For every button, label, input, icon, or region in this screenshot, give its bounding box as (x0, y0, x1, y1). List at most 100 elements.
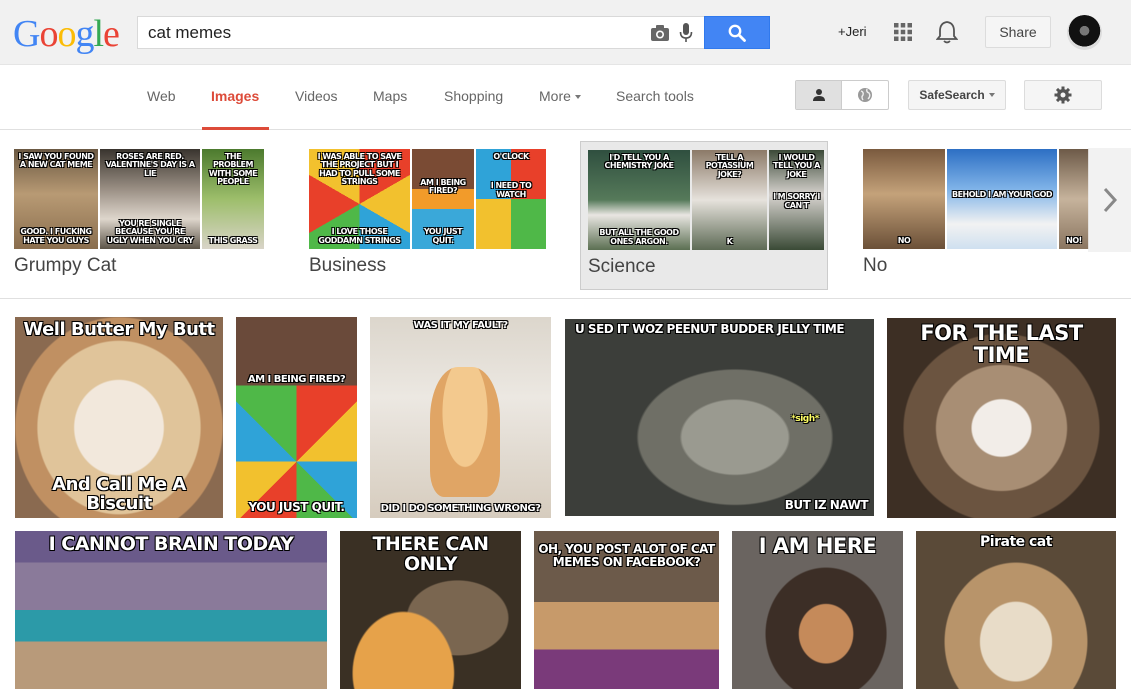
meme-caption: *sigh* (791, 414, 819, 424)
meme-caption: I NEED TO WATCH (490, 181, 532, 199)
meme-caption: I LOVE THOSE GODDAMN STRINGS (318, 227, 401, 245)
category-thumbnail: ROSES ARE RED. VALENTINE'S DAY IS A LIE … (100, 149, 200, 249)
meme-caption: O'CLOCK (493, 152, 529, 161)
category-card-no[interactable]: NO BEHOLD I AM YOUR GOD NO! No (863, 141, 1089, 287)
image-result[interactable]: WAS IT MY FAULT? DID I DO SOMETHING WRON… (370, 317, 551, 518)
meme-caption: ROSES ARE RED. VALENTINE'S DAY IS A LIE (105, 152, 195, 178)
kitten-figure (430, 367, 500, 497)
image-result[interactable]: Well Butter My Butt And Call Me A Biscui… (15, 317, 223, 518)
scroll-categories-right-button[interactable] (1088, 148, 1131, 252)
image-result[interactable]: I AM HERE (732, 531, 903, 689)
meme-caption: I'M SORRY I CAN'T (773, 192, 820, 210)
chevron-down-icon (988, 93, 995, 97)
category-thumbnails: NO BEHOLD I AM YOUR GOD NO! (863, 149, 1089, 249)
tab-more-label: More (539, 88, 571, 104)
search-button[interactable] (704, 16, 770, 49)
safesearch-dropdown[interactable]: SafeSearch (908, 80, 1006, 110)
logo-letter: o (39, 13, 58, 55)
meme-caption: YOU JUST QUIT. (423, 227, 463, 245)
category-label: Business (309, 255, 387, 276)
globe-icon (858, 88, 872, 102)
meme-caption: U SED IT WOZ PEENUT BUDDER JELLY TIME (575, 322, 845, 336)
logo-letter: e (103, 13, 120, 55)
meme-caption: I'D TELL YOU A CHEMISTRY JOKE (604, 153, 674, 171)
meme-caption: AM I BEING FIRED? (247, 374, 346, 385)
logo-letter: g (75, 13, 94, 55)
meme-caption: THERE CAN ONLY (372, 533, 489, 575)
camera-icon[interactable] (650, 24, 670, 42)
safesearch-label: SafeSearch (919, 88, 985, 102)
tab-maps[interactable]: Maps (373, 88, 407, 104)
tab-shopping[interactable]: Shopping (444, 88, 503, 104)
meme-caption: I WAS ABLE TO SAVE THE PROJECT BUT I HAD… (317, 152, 402, 187)
category-label: Science (588, 256, 656, 277)
meme-caption: YOU JUST QUIT. (248, 500, 345, 515)
image-result[interactable]: U SED IT WOZ PEENUT BUDDER JELLY TIME *s… (565, 319, 874, 516)
meme-caption: I SAW YOU FOUND A NEW CAT MEME (18, 152, 94, 170)
meme-caption: WAS IT MY FAULT? (413, 320, 508, 331)
category-thumbnail: I SAW YOU FOUND A NEW CAT MEME GOOD. I F… (14, 149, 98, 249)
meme-caption: I CANNOT BRAIN TODAY (48, 533, 294, 555)
gear-icon (1054, 86, 1072, 104)
category-thumbnail: I'D TELL YOU A CHEMISTRY JOKE BUT ALL TH… (588, 150, 690, 250)
meme-caption: AM I BEING FIRED? (420, 178, 466, 196)
category-thumbnails: I WAS ABLE TO SAVE THE PROJECT BUT I HAD… (309, 149, 546, 249)
meme-caption: K (726, 236, 733, 246)
category-thumbnail: AM I BEING FIRED? YOU JUST QUIT. (412, 149, 474, 249)
meme-caption: Pirate cat (980, 534, 1052, 550)
image-result[interactable]: I CANNOT BRAIN TODAY (15, 531, 327, 689)
category-card-science[interactable]: I'D TELL YOU A CHEMISTRY JOKE BUT ALL TH… (580, 141, 828, 290)
results-mode-toggle (795, 80, 889, 110)
active-tab-indicator (202, 127, 269, 130)
google-logo[interactable]: Google (13, 12, 120, 56)
tab-videos[interactable]: Videos (295, 88, 338, 104)
category-thumbnail: NO! (1059, 149, 1089, 249)
related-categories-row: I SAW YOU FOUND A NEW CAT MEME GOOD. I F… (0, 131, 1131, 299)
chevron-right-icon (1103, 187, 1117, 213)
avatar[interactable] (1067, 15, 1102, 50)
search-tools-button[interactable]: Search tools (616, 88, 694, 104)
user-profile-link[interactable]: +Jeri (838, 24, 867, 39)
global-results-toggle[interactable] (842, 81, 888, 109)
search-icon (728, 24, 746, 42)
category-card-business[interactable]: I WAS ABLE TO SAVE THE PROJECT BUT I HAD… (309, 141, 549, 287)
category-card-grumpy-cat[interactable]: I SAW YOU FOUND A NEW CAT MEME GOOD. I F… (14, 141, 274, 287)
category-label: Grumpy Cat (14, 255, 117, 276)
search-input[interactable] (148, 23, 628, 43)
image-result[interactable]: FOR THE LAST TIME (887, 318, 1116, 518)
search-box (137, 16, 704, 49)
category-label: No (863, 255, 888, 276)
image-result[interactable]: OH, YOU POST ALOT OF CAT MEMES ON FACEBO… (534, 531, 719, 689)
apps-grid-icon[interactable] (893, 22, 913, 42)
tab-images[interactable]: Images (211, 88, 259, 104)
tab-web[interactable]: Web (147, 88, 176, 104)
personal-results-toggle[interactable] (796, 81, 843, 109)
meme-caption: Well Butter My Butt (23, 319, 215, 340)
meme-caption: And Call Me A Biscuit (52, 474, 186, 515)
notifications-bell-icon[interactable] (936, 20, 958, 44)
meme-caption: YOU'RE SINGLE BECAUSE YOU'RE UGLY WHEN Y… (106, 218, 194, 245)
category-thumbnail: THE PROBLEM WITH SOME PEOPLE THIS GRASS (202, 149, 264, 249)
category-thumbnail: O'CLOCK I NEED TO WATCH (476, 149, 546, 249)
image-result[interactable]: THERE CAN ONLY (340, 531, 521, 689)
meme-caption: OH, YOU POST ALOT OF CAT MEMES ON FACEBO… (538, 542, 715, 569)
meme-caption: GOOD. I FUCKING HATE YOU GUYS (20, 227, 92, 245)
meme-caption: BUT IZ NAWT (784, 498, 869, 513)
meme-caption: FOR THE LAST TIME (920, 321, 1083, 368)
logo-letter: l (93, 13, 104, 55)
image-result[interactable]: AM I BEING FIRED? YOU JUST QUIT. (236, 317, 357, 518)
logo-letter: G (13, 13, 40, 55)
share-button[interactable]: Share (985, 16, 1051, 48)
microphone-icon[interactable] (679, 22, 693, 44)
meme-caption: NO (897, 235, 911, 245)
person-icon (812, 89, 825, 101)
category-thumbnail: NO (863, 149, 945, 249)
tab-more[interactable]: More (539, 88, 581, 104)
image-result[interactable]: Pirate cat (916, 531, 1116, 689)
category-thumbnail: TELL A POTASSIUM JOKE? K (692, 150, 767, 250)
logo-letter: o (57, 13, 76, 55)
meme-caption: I AM HERE (758, 534, 877, 558)
meme-caption: DID I DO SOMETHING WRONG? (380, 502, 541, 514)
meme-caption: NO! (1066, 235, 1082, 245)
settings-button[interactable] (1024, 80, 1102, 110)
